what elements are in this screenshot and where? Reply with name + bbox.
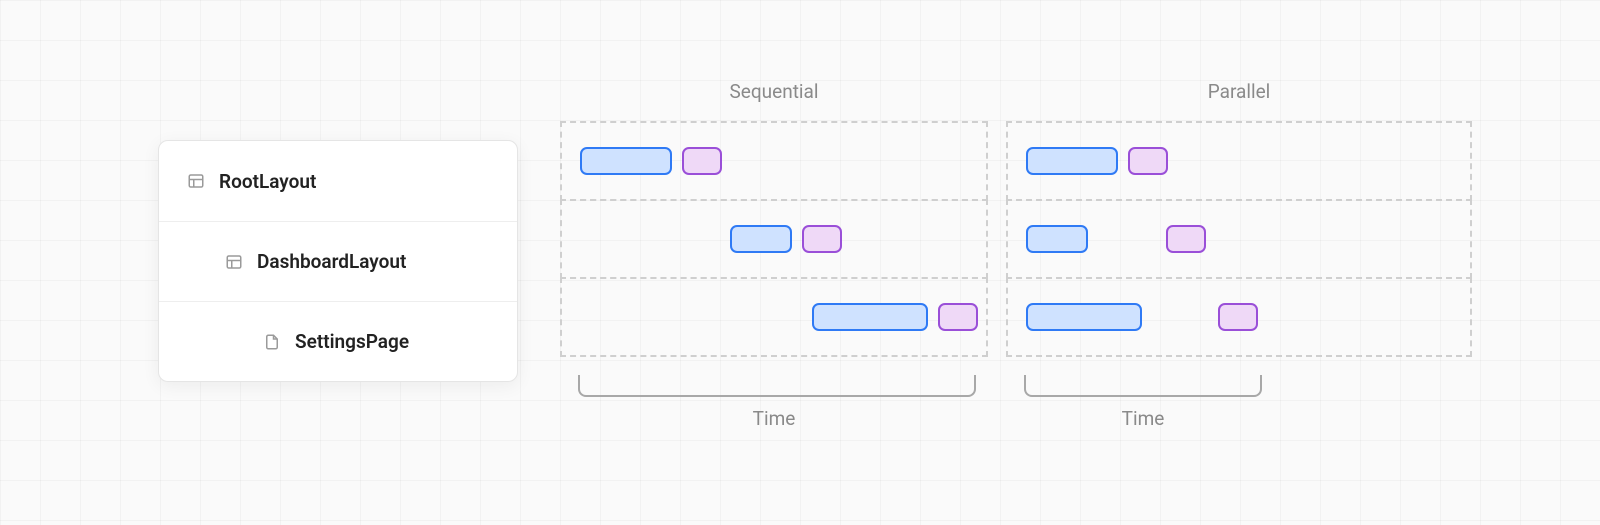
layout-icon bbox=[225, 253, 243, 271]
bar-work bbox=[580, 147, 672, 175]
tree-item-dashboard: DashboardLayout bbox=[159, 221, 517, 301]
timeline-header: Sequential bbox=[560, 80, 988, 103]
bar-finish bbox=[682, 147, 722, 175]
bar-finish bbox=[1166, 225, 1206, 253]
bar-finish bbox=[1218, 303, 1258, 331]
time-axis-label: Time bbox=[1006, 407, 1280, 430]
bar-finish bbox=[802, 225, 842, 253]
tree-item-settings: SettingsPage bbox=[159, 301, 517, 381]
page-icon bbox=[263, 333, 281, 351]
timeline-parallel: Parallel Time bbox=[1006, 80, 1472, 430]
component-tree: RootLayout DashboardLayout SettingsPage bbox=[158, 140, 518, 382]
bar-work bbox=[812, 303, 928, 331]
time-axis-label: Time bbox=[560, 407, 988, 430]
timeline-row bbox=[560, 121, 988, 201]
tree-item-label: SettingsPage bbox=[295, 330, 409, 353]
timelines: Sequential Time Parallel bbox=[560, 80, 1472, 430]
tree-item-root: RootLayout bbox=[159, 141, 517, 221]
bar-finish bbox=[938, 303, 978, 331]
timeline-row bbox=[560, 277, 988, 357]
timeline-rows bbox=[1006, 121, 1472, 357]
timeline-row bbox=[1006, 277, 1472, 357]
timeline-sequential: Sequential Time bbox=[560, 80, 988, 430]
bar-finish bbox=[1128, 147, 1168, 175]
bar-work bbox=[1026, 147, 1118, 175]
timeline-header: Parallel bbox=[1006, 80, 1472, 103]
timeline-rows bbox=[560, 121, 988, 357]
timeline-row bbox=[1006, 121, 1472, 201]
bar-work bbox=[1026, 225, 1088, 253]
timeline-row bbox=[560, 199, 988, 279]
time-bracket bbox=[1024, 375, 1262, 397]
timeline-row bbox=[1006, 199, 1472, 279]
time-bracket bbox=[578, 375, 976, 397]
bar-work bbox=[1026, 303, 1142, 331]
tree-item-label: RootLayout bbox=[219, 170, 316, 193]
tree-item-label: DashboardLayout bbox=[257, 250, 406, 273]
bar-work bbox=[730, 225, 792, 253]
layout-icon bbox=[187, 172, 205, 190]
